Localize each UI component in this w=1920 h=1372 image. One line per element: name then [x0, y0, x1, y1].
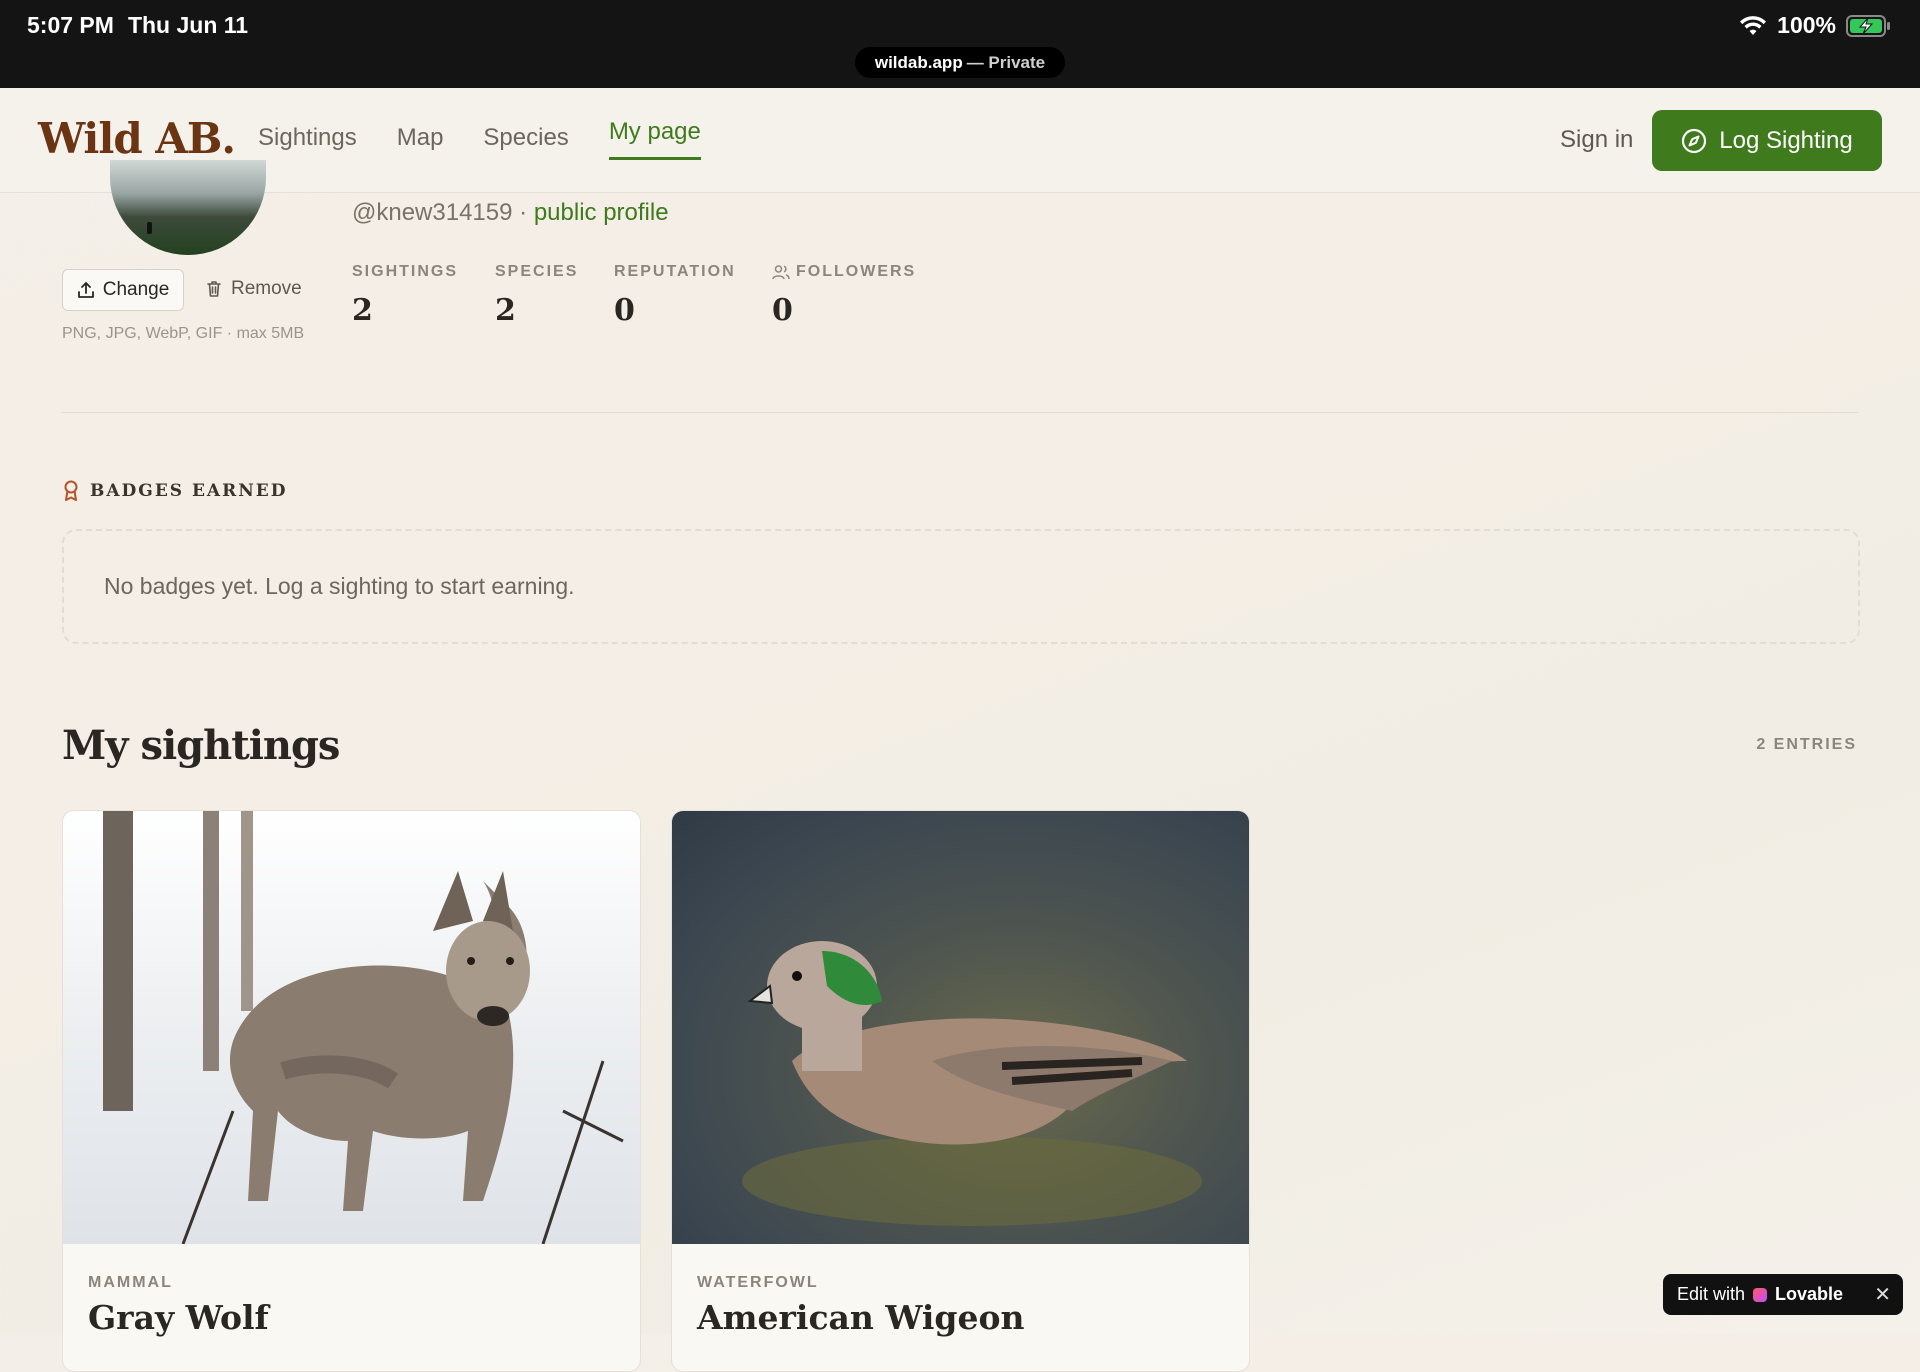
date-text: Thu Jun 11: [127, 12, 249, 38]
change-avatar-button[interactable]: Change: [62, 269, 184, 311]
avatar-figure: [147, 222, 152, 234]
duck-illustration: [742, 941, 1202, 1226]
badges-heading: BADGES EARNED: [62, 480, 288, 502]
stat-label: REPUTATION: [614, 263, 736, 280]
profile-stats: SIGHTINGS 2 SPECIES 2 REPUTATION 0 FOLLO…: [352, 263, 956, 328]
file-hint: PNG, JPG, WebP, GIF · max 5MB: [62, 325, 305, 342]
status-bar: 5:07 PM Thu Jun 11 wildab.app — Private 1…: [0, 0, 1920, 88]
entries-count: 2 ENTRIES: [1756, 736, 1857, 753]
lovable-heart-icon: [1753, 1287, 1768, 1302]
card-body: MAMMAL Gray Wolf: [63, 1274, 640, 1337]
sighting-species-name: Gray Wolf: [88, 1298, 269, 1337]
sign-in-link[interactable]: Sign in: [1560, 126, 1633, 154]
nav-sightings[interactable]: Sightings: [258, 124, 357, 160]
top-nav: Wild AB. Sightings Map Species My page S…: [0, 88, 1920, 193]
stat-label-followers: FOLLOWERS: [772, 263, 916, 281]
sighting-photo-wigeon: [672, 811, 1249, 1244]
url-host: wildab.app: [874, 52, 963, 72]
log-sighting-label: Log Sighting: [1719, 126, 1853, 154]
stat-value: 2: [352, 293, 373, 328]
url-pill[interactable]: wildab.app — Private: [855, 47, 1065, 78]
sighting-category: MAMMAL: [88, 1274, 173, 1291]
users-icon: [772, 265, 790, 280]
badges-empty-state: No badges yet. Log a sighting to start e…: [62, 529, 1860, 644]
edit-with-lovable-badge[interactable]: Edit with Lovable ✕: [1663, 1274, 1903, 1315]
avatar: [110, 160, 266, 255]
sighting-card[interactable]: WATERFOWL American Wigeon: [671, 810, 1250, 1372]
time-text: 5:07 PM: [27, 12, 114, 38]
followers-label: FOLLOWERS: [796, 263, 917, 280]
nav-species[interactable]: Species: [483, 124, 568, 160]
stat-label: SPECIES: [495, 263, 579, 280]
nav-my-page[interactable]: My page: [608, 118, 701, 160]
section-divider: [62, 412, 1858, 413]
card-body: WATERFOWL American Wigeon: [672, 1274, 1249, 1337]
stat-value: 0: [614, 293, 635, 328]
badges-title: BADGES EARNED: [90, 481, 288, 501]
nav-links: Sightings Map Species My page: [258, 118, 701, 160]
stat-sightings: SIGHTINGS 2: [352, 263, 459, 328]
lovable-brand: Lovable: [1775, 1284, 1844, 1304]
public-profile-link[interactable]: public profile: [534, 199, 669, 226]
lovable-prefix: Edit with: [1677, 1284, 1746, 1304]
badges-empty-text: No badges yet. Log a sighting to start e…: [104, 573, 575, 599]
upload-icon: [77, 282, 94, 298]
stat-value: 0: [772, 293, 793, 328]
remove-avatar-button[interactable]: Remove: [205, 269, 302, 309]
status-time: 5:07 PM Thu Jun 11: [27, 12, 248, 39]
compass-icon: [1682, 128, 1707, 153]
my-sightings-title: My sightings: [62, 722, 340, 769]
close-icon[interactable]: ✕: [1874, 1282, 1891, 1307]
wifi-icon: [1740, 15, 1767, 35]
trash-icon: [207, 281, 221, 297]
url-private: — Private: [966, 52, 1046, 72]
handle-text: @knew314159 ·: [352, 199, 534, 226]
award-icon: [64, 480, 78, 501]
battery-charging-icon: [1846, 14, 1890, 37]
sighting-species-name: American Wigeon: [697, 1298, 1025, 1337]
sighting-category: WATERFOWL: [697, 1274, 819, 1291]
status-right: 100%: [1739, 12, 1892, 39]
stat-label: SIGHTINGS: [352, 263, 459, 280]
nav-map[interactable]: Map: [397, 124, 444, 160]
log-sighting-button[interactable]: Log Sighting: [1652, 110, 1882, 171]
remove-label: Remove: [231, 278, 302, 299]
site-logo[interactable]: Wild AB.: [38, 114, 236, 163]
stat-reputation: REPUTATION 0: [614, 263, 736, 328]
stat-followers[interactable]: FOLLOWERS 0: [772, 263, 916, 328]
battery-percent: 100%: [1777, 12, 1836, 38]
sighting-card[interactable]: MAMMAL Gray Wolf: [62, 810, 641, 1372]
stat-value: 2: [495, 293, 516, 328]
change-label: Change: [102, 279, 170, 300]
wolf-illustration: [181, 871, 624, 1244]
sighting-photo-wolf: [63, 811, 640, 1244]
stat-species: SPECIES 2: [495, 263, 579, 328]
profile-handle: @knew314159 · public profile: [352, 199, 669, 227]
